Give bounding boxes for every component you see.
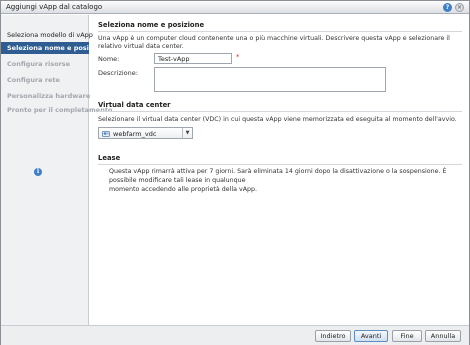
wizard-content: Seleziona nome e posizione Una vApp è un… bbox=[90, 15, 469, 325]
section-title-lease: Lease bbox=[98, 154, 121, 162]
lease-text-line-2: momento accedendo alle proprietà della v… bbox=[109, 186, 258, 193]
name-input[interactable]: Test-vApp bbox=[154, 53, 232, 64]
lease-text-line-1: Questa vApp rimarrà attiva per 7 giorni.… bbox=[109, 168, 447, 184]
next-button[interactable]: Avanti bbox=[354, 330, 388, 342]
description-label: Descrizione: bbox=[98, 69, 138, 77]
vdc-select[interactable]: webfarm_vdc ▼ bbox=[98, 127, 193, 139]
step-ready-to-complete: Pronto per il completamento bbox=[7, 106, 113, 114]
dialog-title: Aggiungi vApp dal catalogo bbox=[6, 3, 103, 11]
step-customize-hardware: Personalizza hardware bbox=[7, 92, 91, 100]
section-title-name: Seleziona nome e posizione bbox=[98, 21, 205, 29]
finish-button[interactable]: Fine bbox=[392, 330, 422, 342]
step-select-template[interactable]: Seleziona modello di vApp bbox=[1, 29, 93, 41]
name-section-description: Una vApp è un computer cloud contenente … bbox=[98, 35, 450, 50]
help-icon[interactable]: ? bbox=[443, 3, 452, 12]
description-textarea[interactable] bbox=[154, 67, 386, 92]
back-button[interactable]: Indietro bbox=[315, 330, 351, 342]
required-marker: * bbox=[236, 53, 240, 61]
lease-info-text: Questa vApp rimarrà attiva per 7 giorni.… bbox=[109, 167, 464, 194]
divider bbox=[98, 111, 462, 112]
vdc-section-description: Selezionare il virtual data center (VDC)… bbox=[98, 116, 457, 123]
chevron-down-icon[interactable]: ▼ bbox=[182, 128, 192, 138]
close-icon[interactable]: × bbox=[455, 3, 464, 12]
wizard-footer: Indietro Avanti Fine Annulla bbox=[1, 325, 469, 345]
cancel-button[interactable]: Annulla bbox=[425, 330, 461, 342]
title-bar: Aggiungi vApp dal catalogo ? × bbox=[1, 1, 469, 14]
step-configure-resources: Configura risorse bbox=[7, 60, 71, 68]
step-name-location[interactable]: Seleziona nome e posizione bbox=[1, 42, 108, 54]
section-title-vdc: Virtual data center bbox=[98, 101, 171, 109]
vdc-icon bbox=[102, 131, 110, 137]
vdc-selected-value: webfarm_vdc bbox=[113, 130, 157, 138]
info-icon: i bbox=[34, 168, 42, 176]
wizard-steps: Seleziona modello di vApp Seleziona nome… bbox=[1, 15, 113, 325]
step-configure-network: Configura rete bbox=[7, 76, 60, 84]
divider bbox=[98, 31, 462, 32]
divider bbox=[98, 164, 462, 165]
dialog-window: Aggiungi vApp dal catalogo ? × Seleziona… bbox=[0, 0, 470, 345]
name-label: Nome: bbox=[98, 55, 120, 63]
